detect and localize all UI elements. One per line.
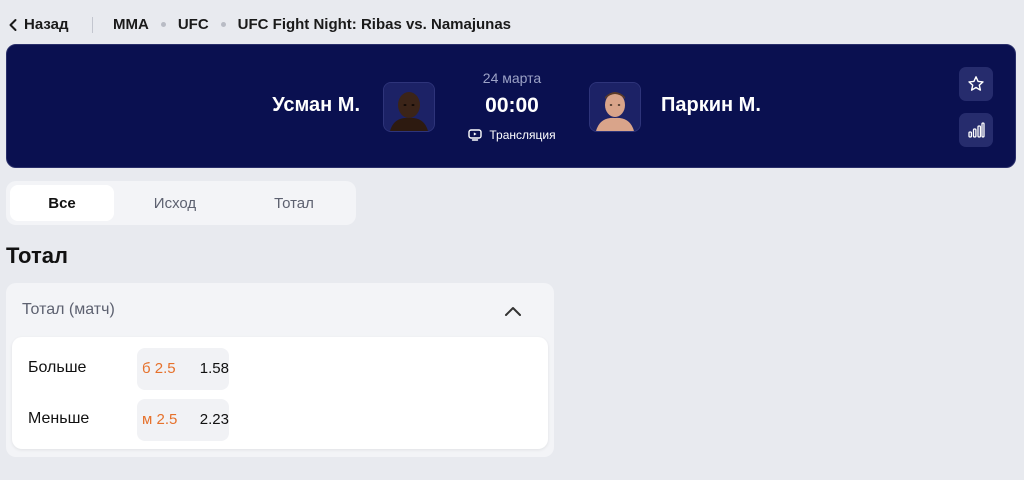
outcome-label: Меньше xyxy=(28,410,90,427)
match-time: 00:00 xyxy=(485,94,539,117)
top-navigation: Назад MMA UFC UFC Fight Night: Ribas vs.… xyxy=(0,0,1024,50)
odds-parameter: б 2.5 xyxy=(142,360,176,377)
statistics-button[interactable] xyxy=(959,113,993,147)
breadcrumb-separator xyxy=(160,22,166,27)
market-outcomes: Больше б 2.5 1.58 Меньше м 2.5 2.23 xyxy=(12,337,548,449)
match-date: 24 марта xyxy=(482,70,542,86)
odds-button[interactable]: б 2.5 1.58 xyxy=(137,348,229,390)
star-icon xyxy=(968,76,984,91)
tv-icon xyxy=(468,129,483,141)
tab-all[interactable]: Все xyxy=(10,185,114,221)
fighter-avatar-icon xyxy=(384,83,434,131)
market-title: Тотал (матч) xyxy=(22,301,115,318)
breadcrumb: MMA UFC UFC Fight Night: Ribas vs. Namaj… xyxy=(113,16,511,33)
market-tabs: Все Исход Тотал xyxy=(6,181,356,225)
breadcrumb-item-event[interactable]: UFC Fight Night: Ribas vs. Namajunas xyxy=(238,16,511,33)
outcome-label: Больше xyxy=(28,359,87,376)
odds-value: 2.23 xyxy=(199,411,229,428)
stream-label: Трансляция xyxy=(489,128,556,142)
breadcrumb-item-league[interactable]: UFC xyxy=(178,16,209,33)
odds-parameter: м 2.5 xyxy=(142,411,178,428)
favorite-button[interactable] xyxy=(959,67,993,101)
away-fighter-name: Паркин М. xyxy=(661,94,761,116)
away-fighter-avatar xyxy=(589,82,641,132)
home-fighter-name: Усман М. xyxy=(272,94,360,116)
back-label: Назад xyxy=(24,16,69,33)
outcome-row: Меньше м 2.5 2.23 xyxy=(12,396,548,442)
breadcrumb-divider xyxy=(92,17,93,33)
breadcrumb-item-sport[interactable]: MMA xyxy=(113,16,149,33)
outcome-row: Больше б 2.5 1.58 xyxy=(12,345,548,391)
market-header[interactable]: Тотал (матч) xyxy=(6,283,554,337)
chevron-up-icon xyxy=(505,307,521,316)
market-card: Тотал (матч) Больше б 2.5 1.58 Меньше м … xyxy=(6,283,554,457)
odds-button[interactable]: м 2.5 2.23 xyxy=(137,399,229,441)
tab-total[interactable]: Тотал xyxy=(236,185,352,221)
odds-value: 1.58 xyxy=(199,360,229,377)
stream-link[interactable]: Трансляция xyxy=(447,128,577,142)
stats-icon xyxy=(968,122,985,138)
back-button[interactable]: Назад xyxy=(8,16,68,33)
section-title: Тотал xyxy=(6,243,68,268)
breadcrumb-separator xyxy=(220,22,226,27)
chevron-left-icon xyxy=(9,18,17,31)
fighter-avatar-icon xyxy=(590,83,640,131)
tab-outcome[interactable]: Исход xyxy=(114,185,236,221)
home-fighter-avatar xyxy=(383,82,435,132)
match-header: Усман М. 24 марта 00:00 Трансляция Парки… xyxy=(6,44,1016,168)
